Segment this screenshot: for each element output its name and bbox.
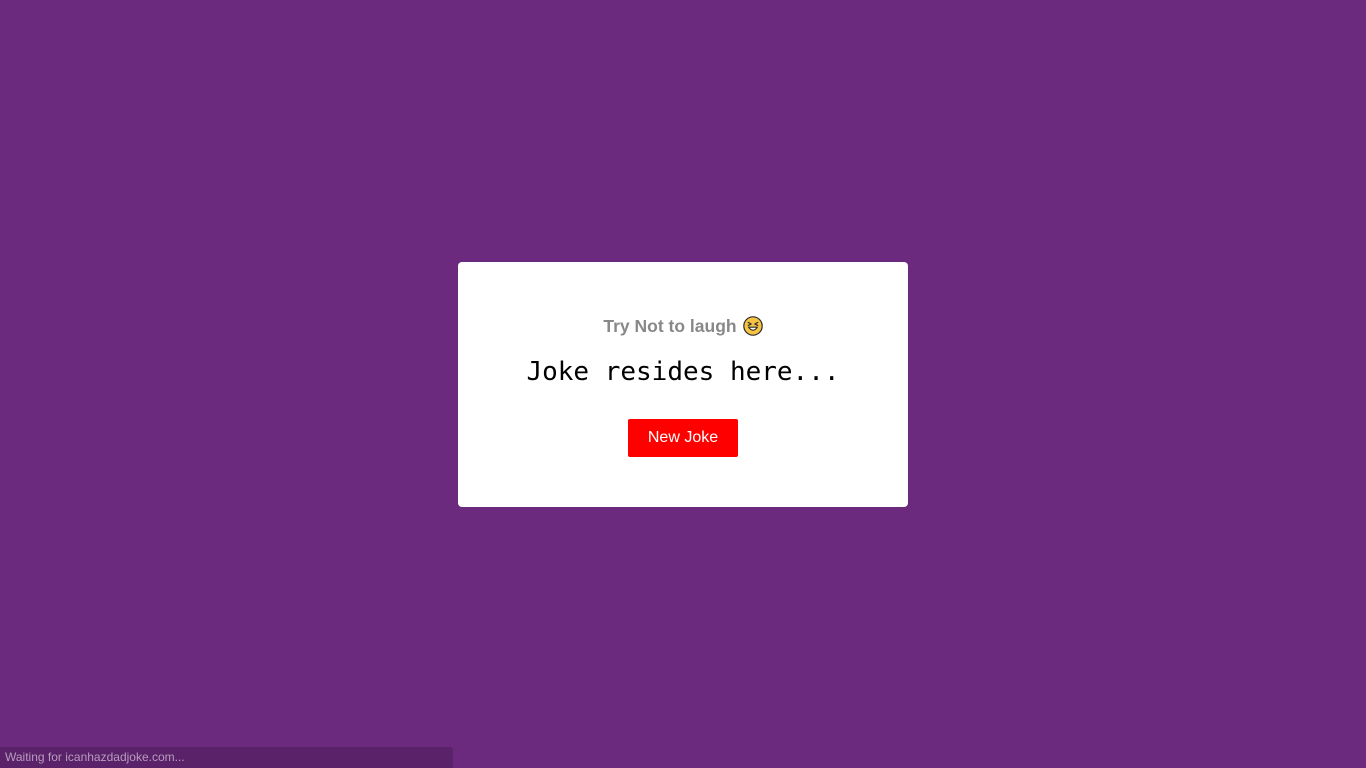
laughing-face-icon <box>742 316 763 336</box>
new-joke-button[interactable]: New Joke <box>628 419 738 457</box>
heading-text: Try Not to laugh <box>603 315 737 336</box>
joke-text: Joke resides here... <box>526 357 840 387</box>
browser-status-bar: Waiting for icanhazdadjoke.com... <box>0 747 453 768</box>
card-heading: Try Not to laugh <box>458 314 908 338</box>
joke-card: Try Not to laugh Joke resides here... Ne… <box>458 262 908 507</box>
